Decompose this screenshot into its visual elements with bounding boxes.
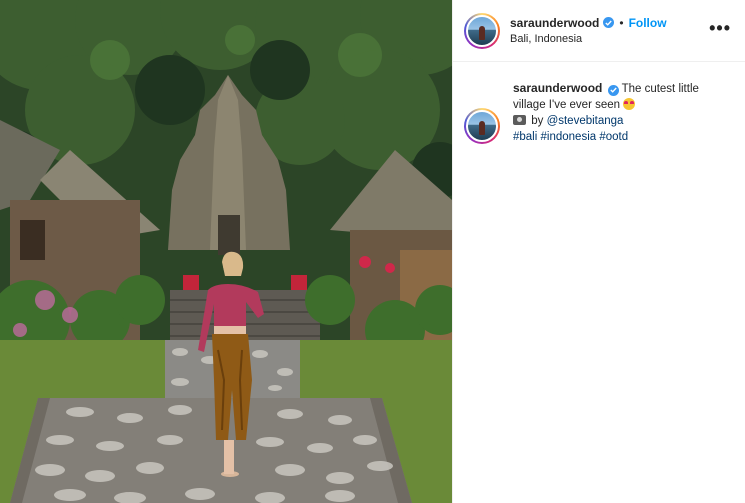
- location-link[interactable]: Bali, Indonesia: [510, 31, 667, 47]
- verified-badge-icon: [607, 84, 619, 96]
- more-options-icon[interactable]: •••: [709, 19, 731, 37]
- post-header: saraunderwood • Follow Bali, Indonesia •…: [453, 0, 745, 62]
- avatar[interactable]: [464, 12, 500, 49]
- caption-avatar[interactable]: [464, 108, 500, 144]
- verified-badge-icon: [603, 17, 615, 28]
- caption-avatar-image: [466, 110, 498, 142]
- post-image[interactable]: [0, 0, 452, 503]
- camera-emoji: [513, 115, 526, 125]
- hashtag-bali[interactable]: #bali: [513, 131, 537, 143]
- caption-username-link[interactable]: saraunderwood: [513, 81, 602, 95]
- avatar-image: [466, 14, 498, 47]
- hashtag-indonesia[interactable]: #indonesia: [541, 131, 597, 143]
- hashtag-ootd[interactable]: #ootd: [599, 131, 628, 143]
- follow-button[interactable]: Follow: [629, 15, 667, 31]
- credit-handle-link[interactable]: @stevebitanga: [547, 115, 624, 127]
- username-link[interactable]: saraunderwood: [510, 15, 599, 31]
- heart-eyes-emoji: [623, 98, 636, 110]
- caption-text: saraunderwood The cutest little village …: [513, 80, 718, 145]
- caption-comment: saraunderwood The cutest little village …: [453, 62, 745, 145]
- name-row: saraunderwood • Follow: [510, 15, 667, 31]
- separator-dot: •: [619, 15, 624, 30]
- credit-prefix: by: [531, 115, 544, 127]
- user-block: saraunderwood • Follow Bali, Indonesia: [510, 15, 667, 47]
- post-side-panel: saraunderwood • Follow Bali, Indonesia •…: [452, 0, 745, 503]
